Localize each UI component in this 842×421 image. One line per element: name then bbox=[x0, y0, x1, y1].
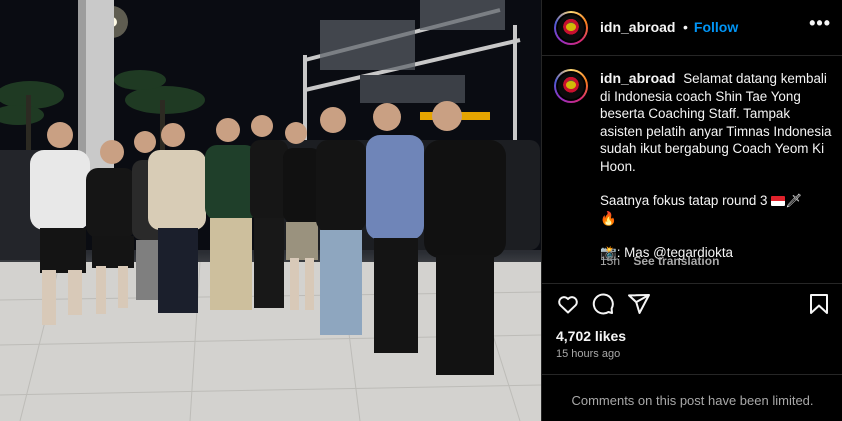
author-username[interactable]: idn_abroad bbox=[600, 19, 675, 35]
author-avatar[interactable] bbox=[554, 11, 588, 45]
follow-label: Follow bbox=[693, 19, 739, 35]
comments-limited-notice: Comments on this post have been limited. bbox=[571, 393, 814, 408]
post-header: idn_abroad • Follow ••• bbox=[542, 0, 842, 56]
sword-emoji: 🗡 bbox=[785, 193, 803, 208]
separator-dot: • bbox=[683, 19, 688, 35]
post-photo[interactable] bbox=[0, 0, 541, 421]
follow-button[interactable]: • Follow bbox=[683, 19, 738, 35]
bookmark-icon[interactable] bbox=[807, 292, 831, 316]
divider bbox=[542, 374, 842, 375]
photo-illustration bbox=[0, 0, 541, 421]
caption-text: Selamat datang kembali di Indonesia coac… bbox=[600, 71, 832, 174]
indonesia-flag-icon bbox=[771, 196, 786, 206]
caption-meta: 15h See translation bbox=[600, 254, 719, 268]
action-bar bbox=[542, 284, 842, 324]
post-time-short[interactable]: 15h bbox=[600, 254, 620, 268]
caption-section: idn_abroad Selamat datang kembali di Ind… bbox=[542, 57, 842, 284]
share-icon[interactable] bbox=[627, 292, 651, 316]
post-caption: idn_abroad Selamat datang kembali di Ind… bbox=[600, 70, 832, 262]
more-icon[interactable]: ••• bbox=[809, 13, 831, 34]
caption-avatar[interactable] bbox=[554, 69, 588, 103]
posted-time[interactable]: 15 hours ago bbox=[556, 348, 620, 360]
comment-icon[interactable] bbox=[591, 292, 615, 316]
caption-username[interactable]: idn_abroad bbox=[600, 70, 675, 86]
post-side-panel: idn_abroad • Follow ••• idn_abroad Selama… bbox=[541, 0, 842, 421]
see-translation-link[interactable]: See translation bbox=[633, 254, 719, 268]
fire-emoji: 🔥 bbox=[600, 210, 617, 226]
heart-icon[interactable] bbox=[556, 292, 580, 316]
caption-focus-text: Saatnya fokus tatap round 3 bbox=[600, 193, 768, 208]
likes-count[interactable]: 4,702 likes bbox=[556, 328, 626, 344]
